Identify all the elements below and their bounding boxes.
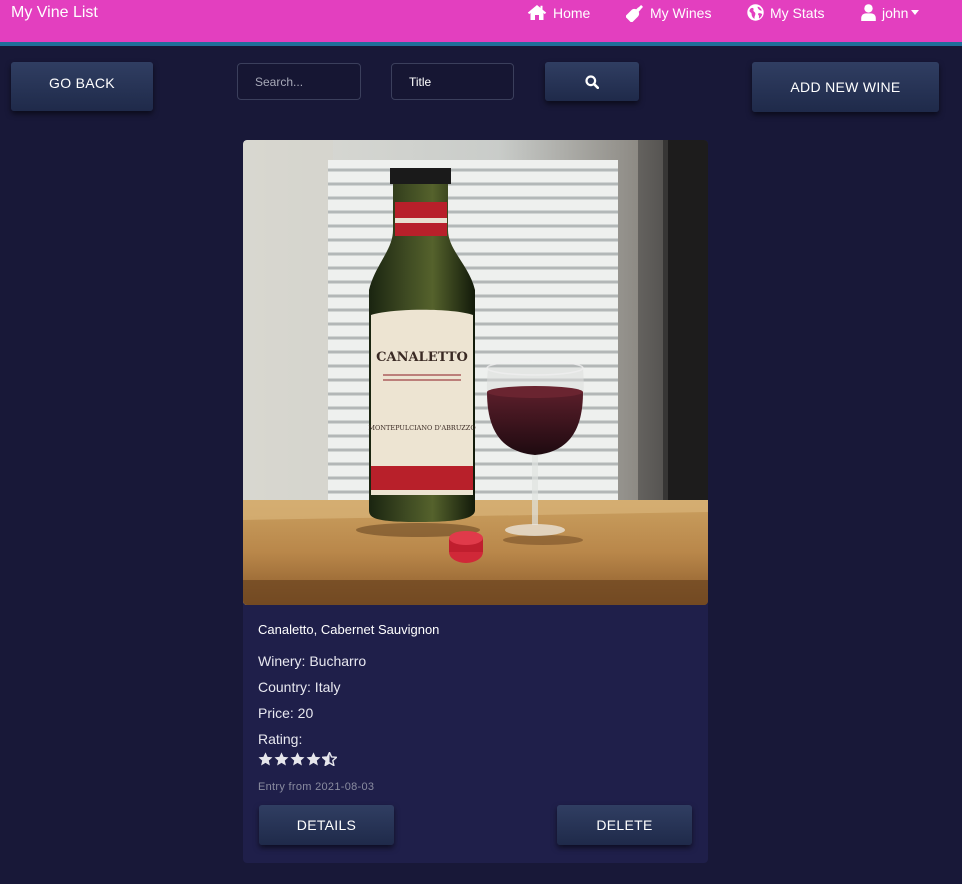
chevron-down-icon (911, 10, 920, 15)
rating-stars (258, 752, 337, 766)
star-icon (290, 752, 305, 766)
wine-price: Price: 20 (258, 705, 314, 721)
search-input-placeholder: Search... (255, 74, 304, 89)
star-icon (258, 752, 273, 766)
star-half-icon (322, 752, 337, 766)
globe-icon (747, 4, 764, 21)
nav-my-stats[interactable]: My Stats (747, 4, 824, 21)
user-icon (861, 4, 876, 21)
search-field-select[interactable]: Title (391, 63, 514, 100)
nav-my-wines-label: My Wines (650, 5, 712, 21)
details-label: DETAILS (296, 817, 357, 833)
app-title[interactable]: My Vine List (11, 4, 98, 22)
nav-home[interactable]: Home (527, 4, 590, 21)
nav-user-label: john (882, 4, 909, 21)
nav-my-wines[interactable]: My Wines (626, 4, 711, 22)
wine-title: Canaletto, Cabernet Sauvignon (258, 622, 440, 637)
wine-country: Country: Italy (258, 679, 341, 695)
wine-card: CANALETTO MONTEPULCIANO D'ABRUZZO Canale… (243, 140, 708, 863)
search-icon (585, 74, 599, 89)
nav-my-stats-label: My Stats (770, 4, 825, 21)
bottle-label-brand: CANALETTO (376, 350, 468, 365)
wine-winery: Winery: Bucharro (258, 653, 367, 669)
search-button[interactable] (545, 62, 639, 101)
nav-home-label: Home (553, 4, 591, 21)
add-new-wine-button[interactable]: ADD NEW WINE (752, 62, 939, 112)
delete-button[interactable]: DELETE (557, 805, 692, 845)
entry-date: Entry from 2021-08-03 (258, 781, 375, 793)
nav-user-dropdown[interactable]: john (861, 4, 920, 21)
add-new-wine-label: ADD NEW WINE (790, 79, 901, 95)
navbar: My Vine List Home My Wines My Stats john (0, 0, 962, 46)
search-input[interactable]: Search... (237, 63, 361, 100)
details-button[interactable]: DETAILS (259, 805, 394, 845)
delete-label: DELETE (596, 817, 653, 833)
wine-photo: CANALETTO MONTEPULCIANO D'ABRUZZO (243, 140, 708, 605)
search-field-value: Title (409, 74, 432, 89)
wine-rating-label: Rating: (258, 731, 303, 747)
home-icon (527, 5, 547, 20)
go-back-button[interactable]: GO BACK (11, 62, 153, 111)
wine-bottle-icon (626, 5, 643, 22)
star-icon (274, 752, 289, 766)
bottle-label-type: MONTEPULCIANO D'ABRUZZO (368, 424, 475, 432)
go-back-label: GO BACK (49, 75, 115, 91)
star-icon (306, 752, 321, 766)
